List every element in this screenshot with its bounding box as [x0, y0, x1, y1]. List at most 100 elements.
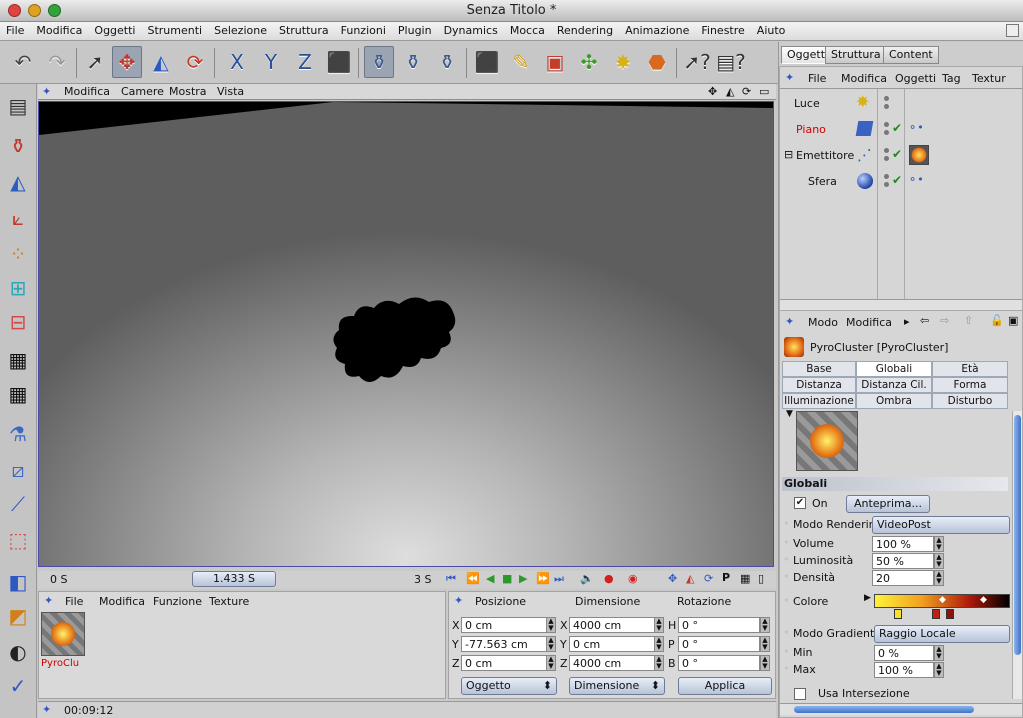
- up-arrow-icon[interactable]: ⇧: [964, 314, 973, 327]
- bone-tool-icon[interactable]: ⟋: [4, 490, 32, 518]
- scrollbar-thumb[interactable]: [1014, 415, 1021, 655]
- render-dot[interactable]: [884, 156, 889, 161]
- workplane-icon[interactable]: ◩: [4, 602, 32, 630]
- 3d-viewport[interactable]: [38, 101, 774, 567]
- rot-b-field[interactable]: 0 °: [678, 655, 760, 671]
- tab-distanza[interactable]: Distanza: [782, 377, 856, 393]
- pyrocluster-material-thumbnail[interactable]: [41, 612, 85, 656]
- tab-eta[interactable]: Età: [932, 361, 1008, 377]
- gradient-knot[interactable]: ◆: [980, 595, 987, 605]
- animate-dot-icon[interactable]: ◦: [784, 596, 789, 605]
- gradient-stop[interactable]: [946, 609, 954, 619]
- dim-z-spinner[interactable]: ▲ ▼: [654, 655, 664, 671]
- animate-dot-icon[interactable]: ◦: [784, 628, 789, 637]
- gradient-stop[interactable]: [932, 609, 940, 619]
- key-settings-icon[interactable]: ▯: [758, 572, 764, 585]
- pyrocluster-tag-icon[interactable]: [909, 145, 929, 165]
- timeline[interactable]: 0 S 1.433 S 3 S ⏮ ⏪ ◀ ■ ▶ ⏩ ⏭ 🔈 ● ◉ ✥ ◭ …: [38, 571, 776, 589]
- lock-icon[interactable]: 🔓: [990, 314, 1004, 327]
- timeline-current-time[interactable]: 1.433 S: [192, 571, 276, 587]
- tab-distanza-cil[interactable]: Distanza Cil.: [856, 377, 932, 393]
- gradient-mode-select[interactable]: Raggio Locale: [874, 625, 1010, 643]
- dim-y-spinner[interactable]: ▲ ▼: [654, 636, 664, 652]
- undo-icon[interactable]: ↶: [8, 46, 38, 78]
- select-arrow-icon[interactable]: ➚: [80, 46, 110, 78]
- rot-p-spinner[interactable]: ▲ ▼: [760, 636, 770, 652]
- max-field[interactable]: 100 %: [874, 662, 934, 678]
- object-row-sfera[interactable]: Sfera ✔ ⚬•: [786, 171, 1022, 191]
- menu-struttura[interactable]: Struttura: [273, 22, 335, 37]
- model-mode-icon[interactable]: ⚱: [4, 132, 32, 160]
- visibility-dot[interactable]: [884, 96, 889, 101]
- max-spinner[interactable]: ▲ ▼: [934, 662, 944, 678]
- viewport-menu-vista[interactable]: Vista: [217, 85, 244, 98]
- rot-b-spinner[interactable]: ▲ ▼: [760, 655, 770, 671]
- menu-dynamics[interactable]: Dynamics: [438, 22, 504, 37]
- animate-dot-icon[interactable]: ◦: [784, 664, 789, 673]
- tab-struttura[interactable]: Struttura: [825, 46, 887, 64]
- rot-p-field[interactable]: 0 °: [678, 636, 760, 652]
- visibility-dot[interactable]: [884, 148, 889, 153]
- pin-icon[interactable]: ✦: [454, 594, 463, 607]
- pos-z-spinner[interactable]: ▲ ▼: [546, 655, 556, 671]
- tab-content[interactable]: Content: [883, 46, 939, 64]
- z-axis-lock-icon[interactable]: Z: [290, 46, 320, 78]
- density-field[interactable]: 20: [872, 570, 934, 586]
- menu-selezione[interactable]: Selezione: [208, 22, 273, 37]
- menu-aiuto[interactable]: Aiuto: [751, 22, 792, 37]
- menu-strumenti[interactable]: Strumenti: [141, 22, 208, 37]
- menu-modifica[interactable]: Modifica: [30, 22, 88, 37]
- dim-x-spinner[interactable]: ▲ ▼: [654, 617, 664, 633]
- pin-icon[interactable]: ✦: [785, 315, 794, 328]
- axis-mode-icon[interactable]: ⟀: [4, 204, 32, 232]
- snap-icon[interactable]: ◧: [4, 568, 32, 596]
- coordinate-mode-select[interactable]: Oggetto ⬍: [461, 677, 557, 695]
- object-row-luce[interactable]: Luce ✸: [786, 92, 1022, 113]
- key-position-icon[interactable]: ✥: [668, 572, 677, 585]
- rotate-view-icon[interactable]: ⟳: [742, 85, 751, 98]
- texture-tag-icon[interactable]: ⚬•: [908, 121, 924, 134]
- move-tool-icon[interactable]: ✥: [112, 46, 142, 78]
- gradient-expand-icon[interactable]: ▶: [864, 593, 871, 603]
- render-dot[interactable]: [884, 104, 889, 109]
- enabled-check-icon[interactable]: ✔: [892, 147, 902, 161]
- pin-icon[interactable]: ✦: [785, 71, 794, 84]
- animate-dot-icon[interactable]: ◦: [784, 572, 789, 581]
- forward-arrow-icon[interactable]: ⇨: [940, 314, 949, 327]
- key-pla-icon[interactable]: ▦: [740, 572, 750, 585]
- dim-x-field[interactable]: 4000 cm: [569, 617, 655, 633]
- tab-disturbo[interactable]: Disturbo: [932, 393, 1008, 409]
- pos-x-spinner[interactable]: ▲ ▼: [546, 617, 556, 633]
- record-icon[interactable]: ●: [604, 572, 614, 585]
- deformer-object-icon[interactable]: ✸: [608, 46, 638, 78]
- objmgr-menu-file[interactable]: File: [808, 72, 826, 85]
- animation-mode-icon[interactable]: ⚗: [4, 420, 32, 448]
- polygons-mode-icon[interactable]: ⊟: [4, 308, 32, 336]
- pan-view-icon[interactable]: ✥: [708, 85, 717, 98]
- pin-icon[interactable]: ✦: [44, 594, 53, 607]
- min-spinner[interactable]: ▲ ▼: [934, 645, 944, 661]
- spline-object-icon[interactable]: ✎: [506, 46, 536, 78]
- preview-button[interactable]: Anteprima...: [846, 495, 930, 513]
- tab-ombra[interactable]: Ombra: [856, 393, 932, 409]
- luminosity-field[interactable]: 50 %: [872, 553, 934, 569]
- zoom-view-icon[interactable]: ◭: [726, 85, 734, 98]
- menu-finestre[interactable]: Finestre: [695, 22, 750, 37]
- points-mode-icon[interactable]: ⁘: [4, 240, 32, 268]
- pos-y-spinner[interactable]: ▲ ▼: [546, 636, 556, 652]
- key-scale-icon[interactable]: ◭: [686, 572, 694, 585]
- volume-field[interactable]: 100 %: [872, 536, 934, 552]
- viewport-menu-mostra[interactable]: Mostra: [169, 85, 207, 98]
- animate-dot-icon[interactable]: ◦: [784, 555, 789, 564]
- layout-switch-icon[interactable]: ▤: [4, 92, 32, 120]
- texture-axis-mode-icon[interactable]: ▦: [4, 380, 32, 408]
- scene-object-icon[interactable]: ⬣: [642, 46, 672, 78]
- y-axis-lock-icon[interactable]: Y: [256, 46, 286, 78]
- on-checkbox[interactable]: ✔: [794, 497, 806, 509]
- key-rotation-icon[interactable]: ⟳: [704, 572, 713, 585]
- material-label[interactable]: PyroClu: [41, 658, 79, 669]
- enabled-check-icon[interactable]: ✔: [892, 121, 902, 135]
- redo-icon[interactable]: ↷: [42, 46, 72, 78]
- go-end-icon[interactable]: ⏭: [554, 572, 564, 586]
- enabled-check-icon[interactable]: ✔: [892, 173, 902, 187]
